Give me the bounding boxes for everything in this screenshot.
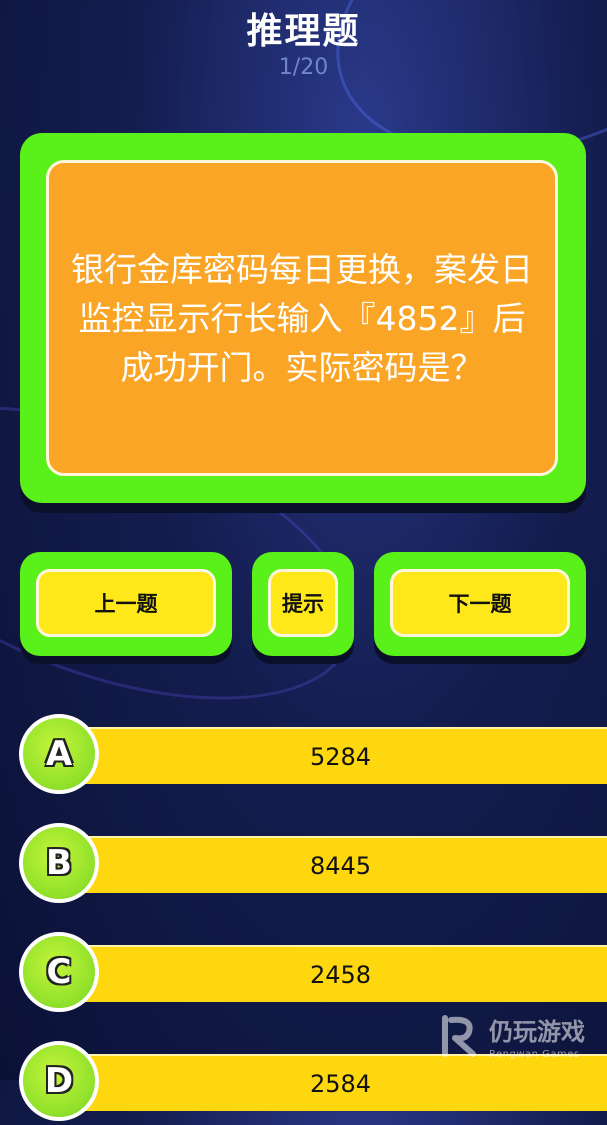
option-b-letter: B [19, 823, 99, 903]
option-a-value: 5284 [54, 727, 607, 784]
hint-label: 提示 [268, 569, 338, 637]
question-progress: 1/20 [278, 55, 329, 80]
question-text: 银行金库密码每日更换，案发日监控显示行长输入『4852』后成功开门。实际密码是？ [71, 249, 533, 387]
next-question-label: 下一题 [390, 569, 570, 637]
option-c-value: 2458 [54, 945, 607, 1002]
watermark-name: 仍玩游戏 [489, 1018, 585, 1046]
page-title: 推理题 [246, 11, 361, 52]
option-b[interactable]: 8445 B [14, 823, 607, 907]
prev-question-button[interactable]: 上一题 [20, 552, 232, 656]
next-question-button[interactable]: 下一题 [374, 552, 586, 656]
hint-button[interactable]: 提示 [252, 552, 354, 656]
option-d-letter: D [19, 1041, 99, 1121]
option-a[interactable]: 5284 A [14, 714, 607, 798]
question-panel: 银行金库密码每日更换，案发日监控显示行长输入『4852』后成功开门。实际密码是？ [46, 160, 558, 476]
option-b-value: 8445 [54, 836, 607, 893]
option-a-letter: A [19, 714, 99, 794]
question-card: 银行金库密码每日更换，案发日监控显示行长输入『4852』后成功开门。实际密码是？ [20, 133, 586, 503]
watermark: 仍玩游戏 Rengwan Games [439, 1012, 585, 1060]
option-d-value: 2584 [54, 1054, 607, 1111]
rengwan-logo-icon [439, 1014, 481, 1058]
watermark-subtitle: Rengwan Games [489, 1049, 580, 1060]
option-c[interactable]: 2458 C [14, 932, 607, 1016]
option-c-letter: C [19, 932, 99, 1012]
prev-question-label: 上一题 [36, 569, 216, 637]
